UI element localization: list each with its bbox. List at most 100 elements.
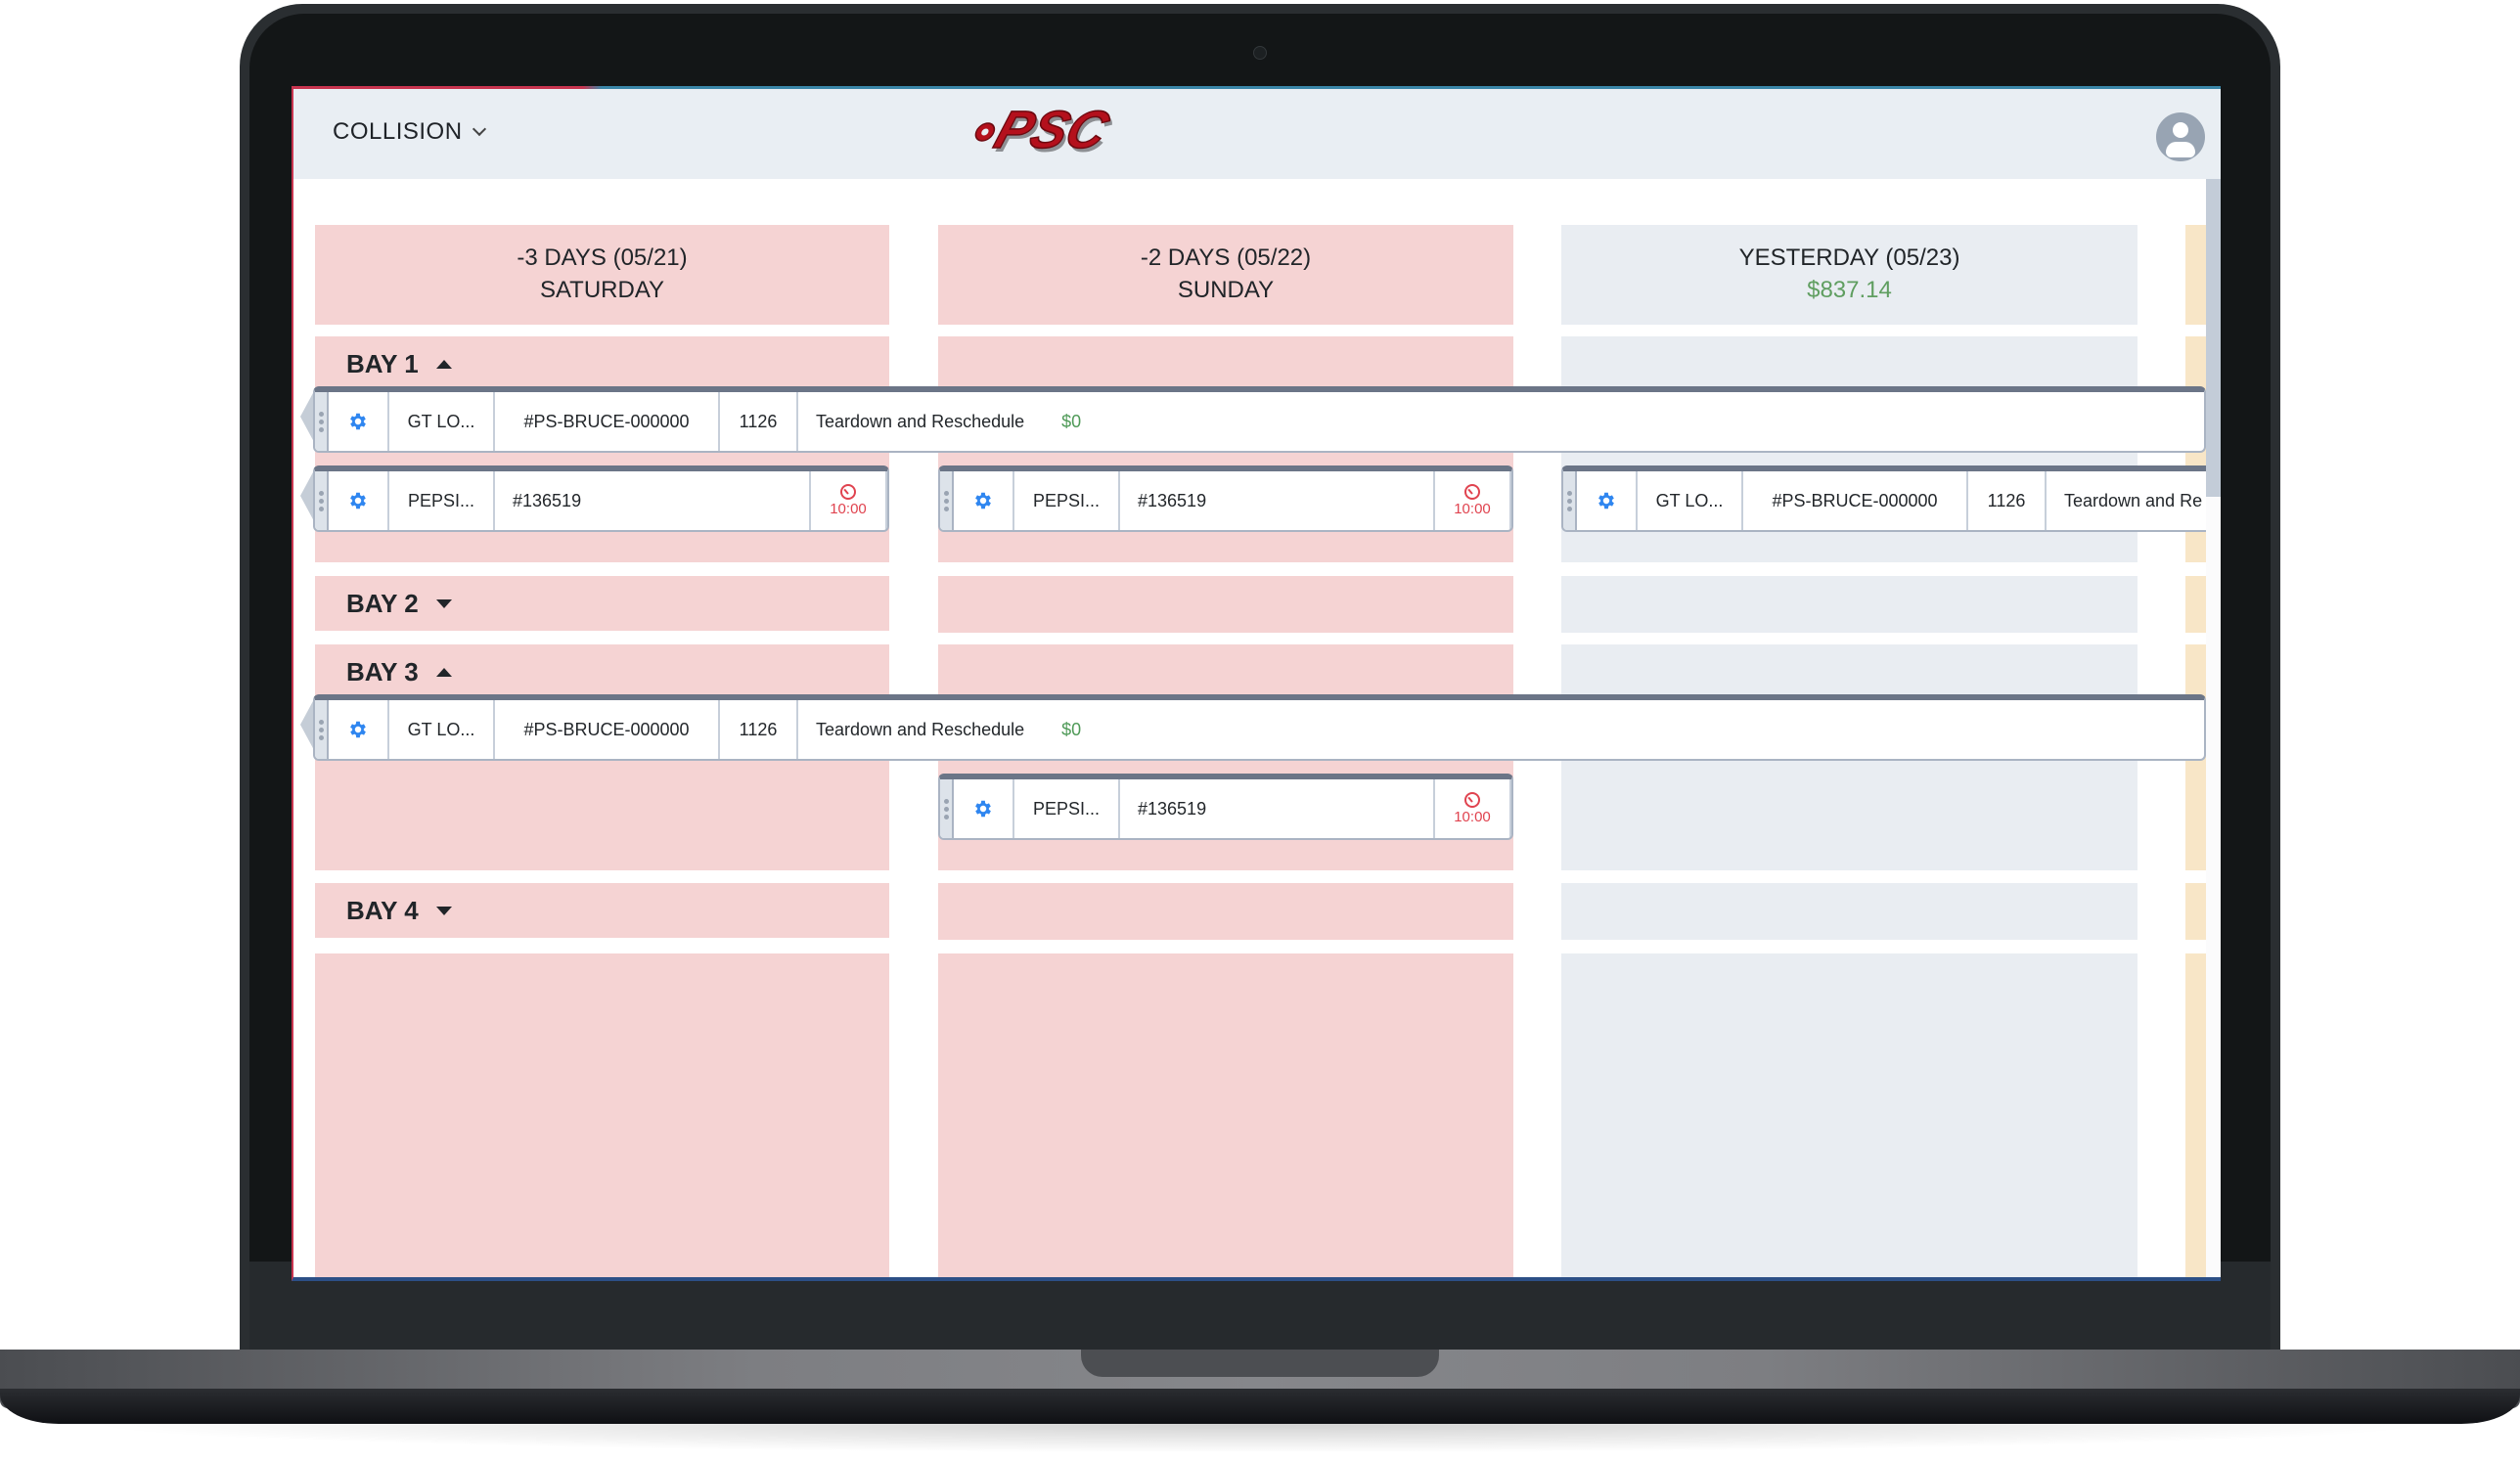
camera-icon (1253, 46, 1267, 60)
job-card-gt-long-bay1[interactable]: GT LO... #PS-BRUCE-000000 1126 Teardown … (313, 386, 2206, 453)
app-screen: COLLISION PSC PSC -3 DAYS (05/21) SATURD… (292, 86, 2221, 1281)
laptop-notch (1081, 1350, 1439, 1377)
job-time-cell: 10:00 (1435, 779, 1511, 838)
job-settings-button[interactable] (954, 779, 1014, 838)
job-customer: GT LO... (389, 392, 495, 451)
job-card-gt-long-yesterday[interactable]: GT LO... #PS-BRUCE-000000 1126 Teardown … (1561, 465, 2206, 532)
schedule-board: -3 DAYS (05/21) SATURDAY -2 DAYS (05/22)… (293, 179, 2206, 1277)
bay-header-1[interactable]: BAY 1 (315, 336, 889, 391)
unassigned-cell-day-minus-3 (315, 953, 889, 1277)
gear-icon (350, 492, 366, 509)
column-title: YESTERDAY (05/23) (1738, 244, 1960, 271)
bay-label: BAY 3 (346, 657, 419, 687)
clock-icon (1464, 484, 1480, 500)
drag-handle[interactable] (315, 700, 329, 759)
module-dropdown[interactable]: COLLISION (333, 118, 486, 146)
drag-handle[interactable] (940, 779, 954, 838)
column-header-today (2185, 225, 2206, 325)
logo-text: PSC (988, 105, 1117, 159)
laptop-base-edge (0, 1389, 2520, 1424)
job-settings-button[interactable] (954, 471, 1014, 530)
job-customer: PEPSI... (389, 471, 495, 530)
chevron-down-icon (472, 121, 486, 137)
job-settings-button[interactable] (1577, 471, 1638, 530)
job-ro-number: #136519 (495, 471, 811, 530)
column-weekday: SATURDAY (539, 277, 665, 303)
job-customer: PEPSI... (1014, 471, 1120, 530)
job-status-cell: Teardown and Reschedule $0 (798, 700, 2204, 759)
caret-down-icon (435, 906, 452, 915)
job-ro-number: #136519 (1120, 471, 1435, 530)
caret-up-icon (435, 667, 452, 677)
bay-4-cell-yesterday (1561, 883, 2138, 940)
job-card-gt-long-bay3[interactable]: GT LO... #PS-BRUCE-000000 1126 Teardown … (313, 694, 2206, 761)
job-ro-number: #PS-BRUCE-000000 (1743, 471, 1968, 530)
drag-handle[interactable] (315, 392, 329, 451)
column-header-day-minus-2: -2 DAYS (05/22) SUNDAY (938, 225, 1513, 325)
gear-icon (975, 492, 991, 509)
bay-label: BAY 4 (346, 896, 419, 925)
laptop-shadow (78, 1424, 2442, 1453)
unassigned-cell-yesterday (1561, 953, 2138, 1277)
job-customer: GT LO... (1638, 471, 1743, 530)
gear-icon (1598, 492, 1614, 509)
gear-icon (975, 800, 991, 818)
job-settings-button[interactable] (329, 700, 389, 759)
psc-logo: PSC PSC (974, 105, 1119, 159)
bay-2-cell-day-minus-2 (938, 576, 1513, 633)
bay-header-3[interactable]: BAY 3 (315, 644, 889, 699)
column-header-day-minus-3: -3 DAYS (05/21) SATURDAY (315, 225, 889, 325)
drag-handle[interactable] (315, 471, 329, 530)
job-status: Teardown and Reschedule (816, 411, 1025, 431)
user-avatar-icon[interactable] (2156, 112, 2205, 161)
job-time: 10:00 (1454, 809, 1491, 825)
drag-handle[interactable] (940, 471, 954, 530)
column-header-yesterday: YESTERDAY (05/23) $837.14 (1561, 225, 2138, 325)
caret-down-icon (435, 598, 452, 608)
bay-2-cell-yesterday (1561, 576, 2138, 633)
job-status: Teardown and Re (2064, 490, 2203, 510)
job-time: 10:00 (1454, 501, 1491, 517)
continues-left-arrow (300, 470, 314, 521)
job-status: Teardown and Reschedule (816, 719, 1025, 739)
job-ro-number: #136519 (1120, 779, 1435, 838)
column-title: -2 DAYS (05/22) (1140, 244, 1312, 271)
column-weekday: SUNDAY (1177, 277, 1275, 303)
job-settings-button[interactable] (329, 392, 389, 451)
job-number: 1126 (720, 700, 798, 759)
job-number: 1126 (1968, 471, 2047, 530)
job-status-cell: Teardown and Reschedule $0 (798, 392, 2204, 451)
job-card-pepsi-day-minus-2[interactable]: PEPSI... #136519 10:00 (938, 465, 1513, 532)
clock-icon (840, 484, 856, 500)
job-customer: GT LO... (389, 700, 495, 759)
bay-header-2[interactable]: BAY 2 (315, 576, 889, 631)
bay-4-cell-today (2185, 883, 2206, 940)
gear-icon (350, 721, 366, 738)
job-time-cell: 10:00 (811, 471, 887, 530)
job-number: 1126 (720, 392, 798, 451)
gear-icon (350, 413, 366, 430)
job-card-pepsi-bay3-day-minus-2[interactable]: PEPSI... #136519 10:00 (938, 774, 1513, 840)
bay-label: BAY 1 (346, 349, 419, 378)
job-time: 10:00 (830, 501, 867, 517)
vertical-scrollbar[interactable] (2206, 179, 2221, 1277)
job-ro-number: #PS-BRUCE-000000 (495, 392, 720, 451)
continues-left-arrow (300, 699, 314, 750)
module-label: COLLISION (333, 118, 463, 145)
caret-up-icon (435, 359, 452, 369)
bay-header-4[interactable]: BAY 4 (315, 883, 889, 938)
scrollbar-thumb[interactable] (2206, 179, 2221, 497)
clock-icon (1464, 792, 1480, 808)
column-title: -3 DAYS (05/21) (517, 244, 688, 271)
app-header: COLLISION PSC PSC (293, 89, 2221, 179)
bay-label: BAY 2 (346, 589, 419, 618)
unassigned-cell-day-minus-2 (938, 953, 1513, 1277)
bay-4-cell-day-minus-2 (938, 883, 1513, 940)
job-amount: $0 (1061, 411, 1082, 431)
drag-handle[interactable] (1563, 471, 1577, 530)
job-settings-button[interactable] (329, 471, 389, 530)
job-customer: PEPSI... (1014, 779, 1120, 838)
column-revenue: $837.14 (1807, 277, 1892, 303)
job-card-pepsi-day-minus-3[interactable]: PEPSI... #136519 10:00 (313, 465, 889, 532)
job-ro-number: #PS-BRUCE-000000 (495, 700, 720, 759)
